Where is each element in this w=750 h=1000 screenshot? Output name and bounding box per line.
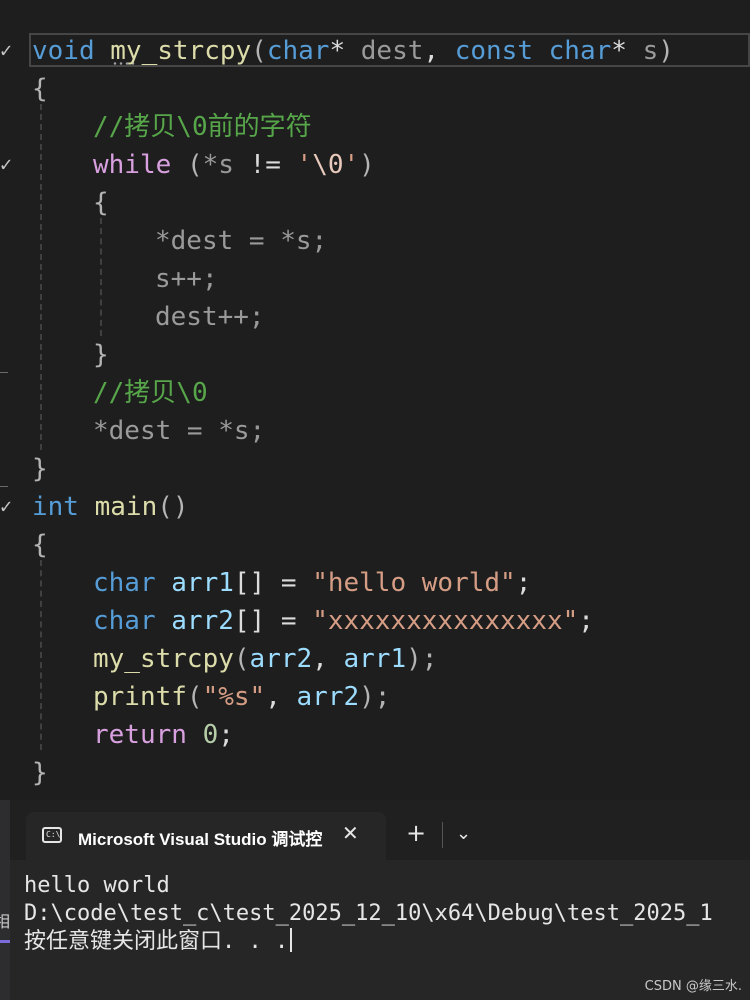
code-line[interactable]: s++; [155, 260, 218, 298]
new-tab-button[interactable]: + [406, 820, 426, 846]
code-line[interactable]: dest++; [155, 298, 265, 336]
fold-marker-icon[interactable]: ✓ [0, 40, 12, 60]
code-line[interactable]: *dest = *s; [93, 412, 265, 450]
text-cursor [290, 928, 293, 952]
code-line[interactable]: return 0; [93, 716, 234, 754]
chevron-down-icon[interactable]: ⌄ [456, 823, 471, 844]
code-editor[interactable]: ✓ ✓ ✓ void my_strcpy(char* dest, const c… [0, 0, 750, 800]
code-line[interactable]: void my_strcpy(char* dest, const char* s… [32, 32, 674, 70]
terminal-output-line: 按任意键关闭此窗口. . . [24, 928, 293, 956]
code-line[interactable]: while (*s != '\0') [93, 146, 375, 184]
console-icon: C:\ [42, 827, 62, 843]
fold-marker-icon[interactable]: ✓ [0, 496, 12, 516]
debug-console-window[interactable]: C:\ Microsoft Visual Studio 调试控 ✕ + ⌄ he… [10, 800, 750, 1000]
code-line[interactable]: { [32, 70, 48, 108]
gutter-tick [0, 372, 8, 373]
code-line[interactable]: } [32, 450, 48, 488]
indent-guide [100, 218, 102, 336]
tab-divider [442, 822, 443, 848]
terminal-output-line: D:\code\test_c\test_2025_12_10\x64\Debug… [24, 901, 713, 926]
code-line[interactable]: { [93, 184, 109, 222]
code-comment[interactable]: //拷贝\0 [93, 374, 208, 412]
fold-marker-icon[interactable]: ✓ [0, 154, 12, 174]
code-line[interactable]: } [32, 754, 48, 792]
code-comment[interactable]: //拷贝\0前的字符 [93, 108, 312, 146]
watermark: CSDN @缘三水. [644, 979, 742, 994]
terminal-tab-bar: C:\ Microsoft Visual Studio 调试控 ✕ + ⌄ [10, 800, 750, 860]
code-line[interactable]: } [93, 336, 109, 374]
code-line[interactable]: my_strcpy(arr2, arr1); [93, 640, 437, 678]
gutter-tick [0, 486, 8, 487]
background-window-edge: 相 [0, 800, 10, 1000]
indent-guide [40, 560, 42, 750]
code-line[interactable]: *dest = *s; [155, 222, 327, 260]
tab-title: Microsoft Visual Studio 调试控 [78, 830, 323, 849]
indent-guide [40, 104, 42, 450]
code-line[interactable]: char arr2[] = "xxxxxxxxxxxxxxx"; [93, 602, 594, 640]
background-accent-bar [0, 940, 10, 943]
terminal-tab[interactable]: C:\ Microsoft Visual Studio 调试控 ✕ [26, 812, 386, 860]
background-text-fragment: 相 [0, 912, 10, 931]
code-line[interactable]: { [32, 526, 48, 564]
code-line[interactable]: int main() [32, 488, 189, 526]
close-icon[interactable]: ✕ [342, 821, 359, 845]
terminal-output-line: hello world [24, 873, 170, 898]
code-line[interactable]: printf("%s", arr2); [93, 678, 390, 716]
code-line[interactable]: char arr1[] = "hello world"; [93, 564, 531, 602]
